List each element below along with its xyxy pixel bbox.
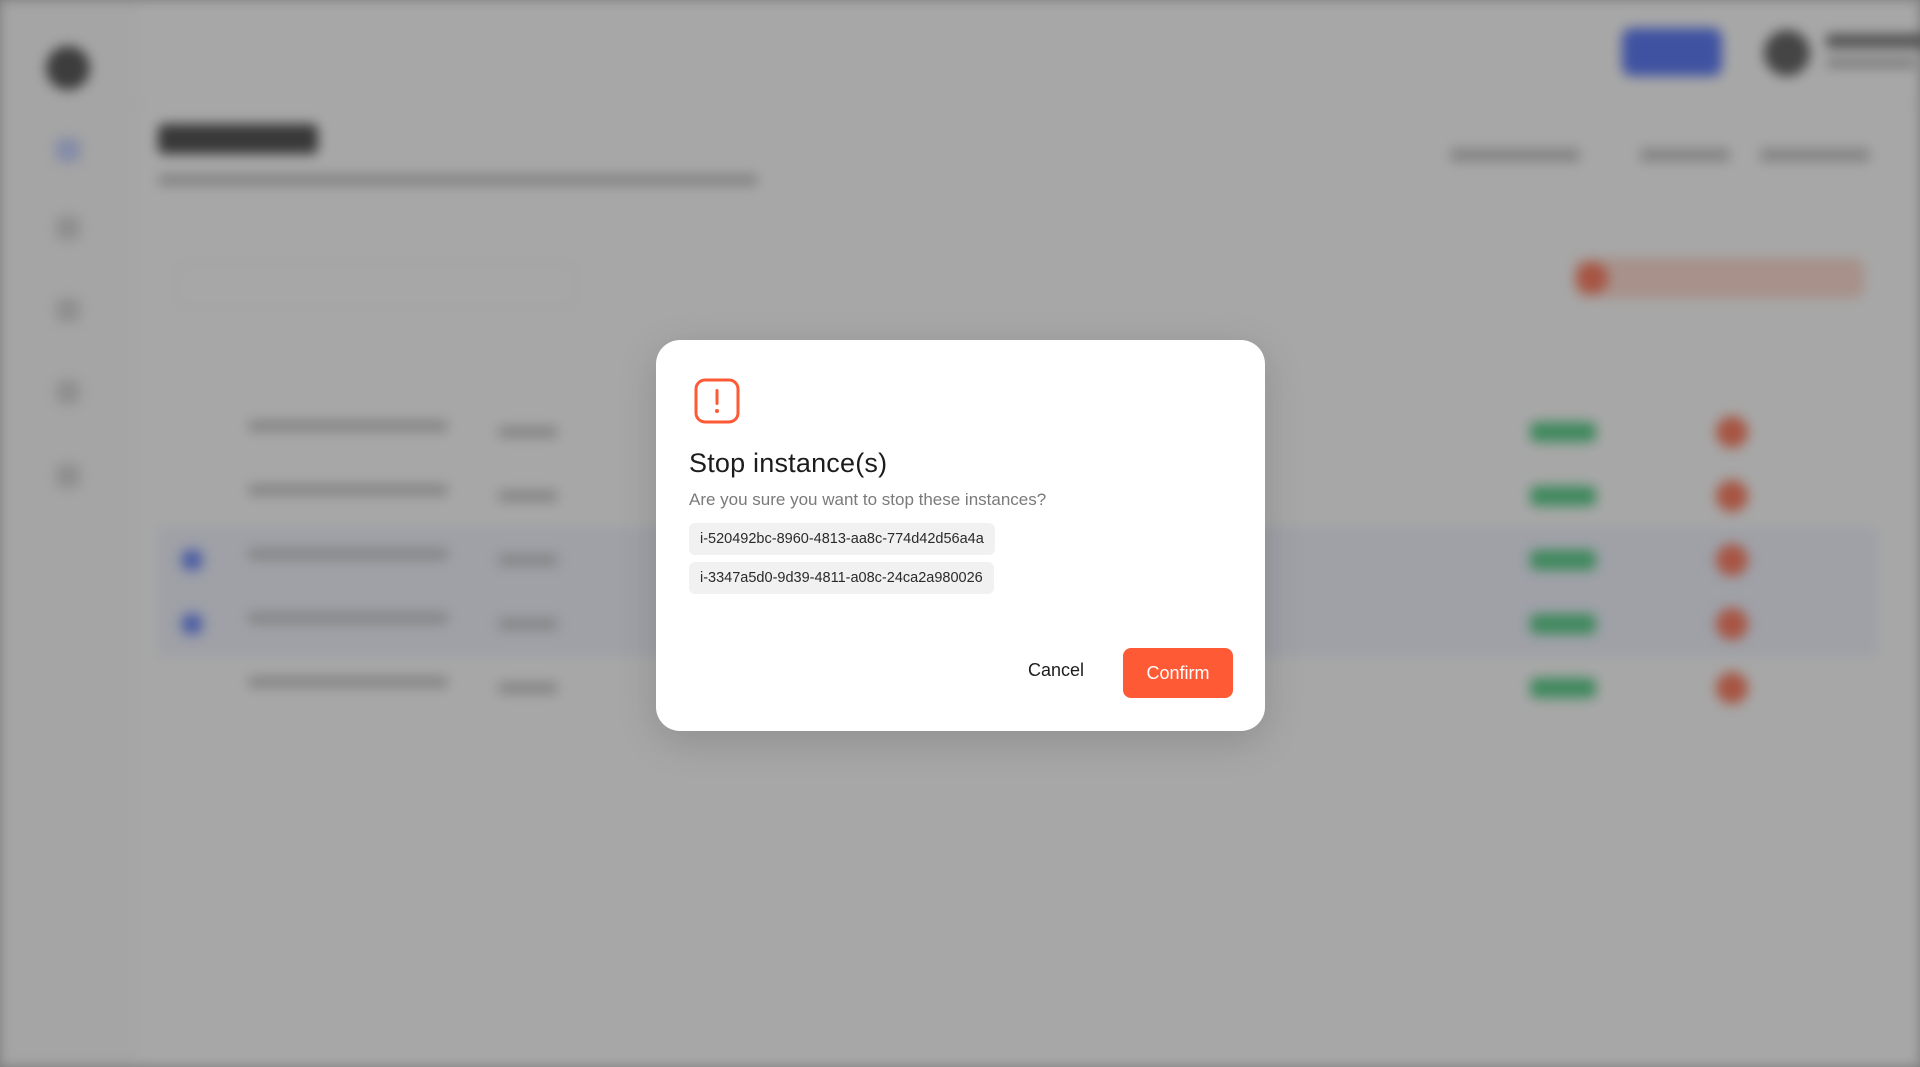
instance-id-chip: i-3347a5d0-9d39-4811-a08c-24ca2a980026 [689,562,994,594]
alert-square-icon [694,378,740,424]
dialog-description: Are you sure you want to stop these inst… [689,490,1047,509]
instance-id-chip: i-520492bc-8960-4813-aa8c-774d42d56a4a [689,523,995,555]
cancel-button[interactable]: Cancel [1016,648,1096,692]
dialog-title: Stop instance(s) [689,448,888,478]
confirm-button[interactable]: Confirm [1123,648,1233,698]
stop-instances-dialog: Stop instance(s) Are you sure you want t… [656,340,1265,731]
